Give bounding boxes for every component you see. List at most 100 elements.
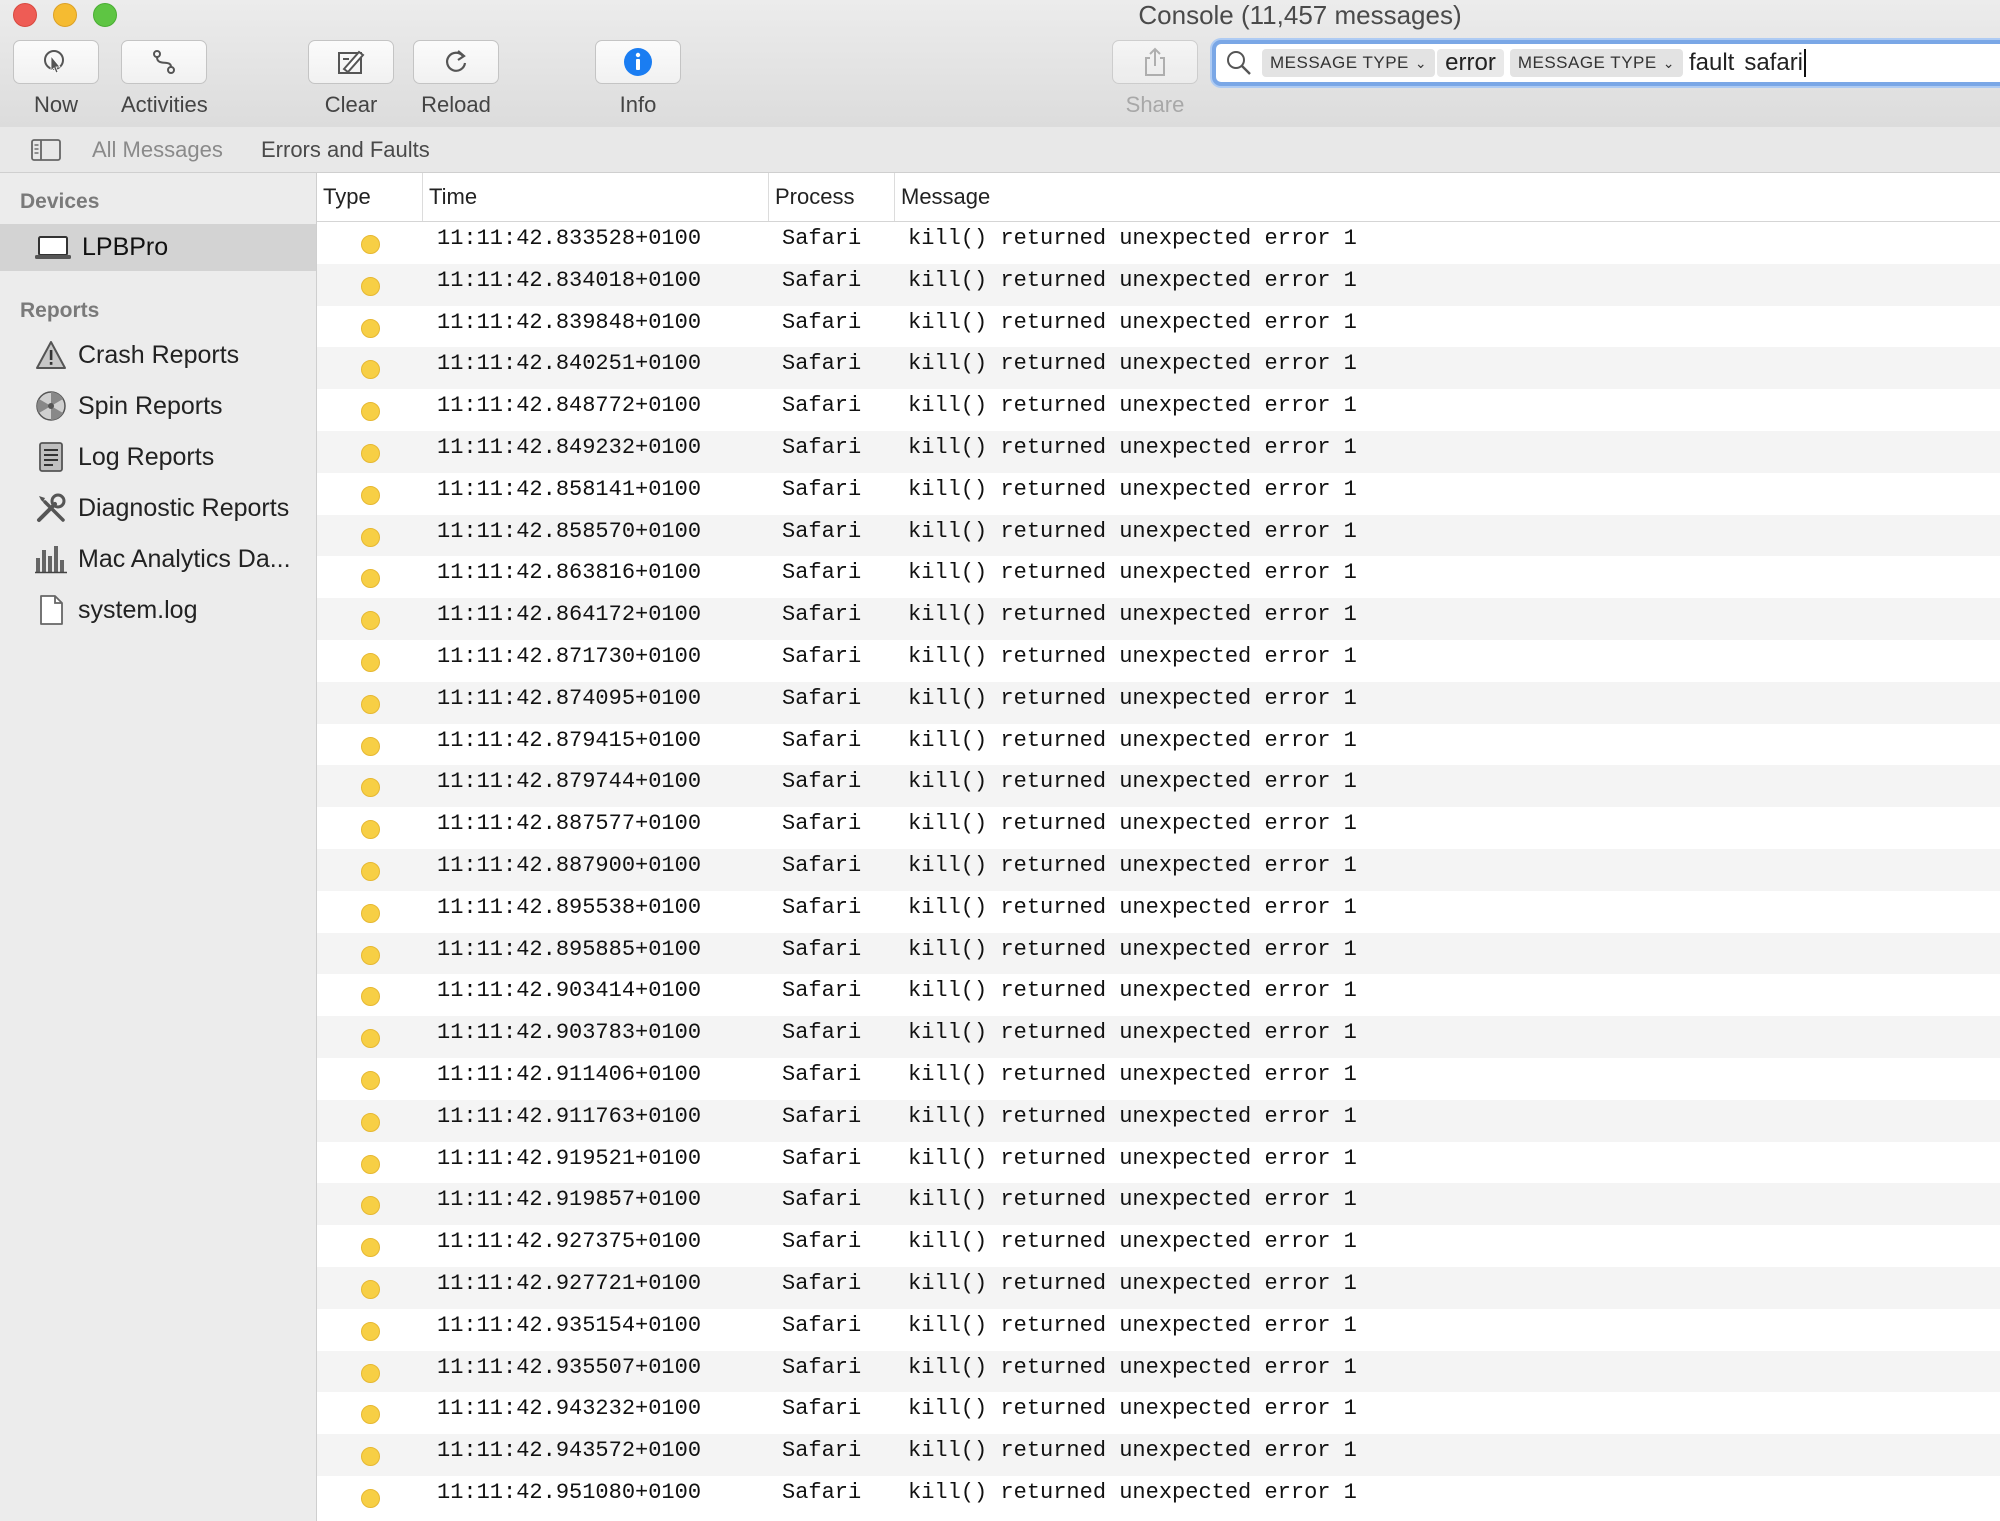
filter-errors-and-faults[interactable]: Errors and Faults (261, 137, 430, 163)
row-message: kill() returned unexpected error 1 (908, 1396, 1357, 1422)
sidebar-toggle-icon[interactable] (31, 139, 61, 161)
error-type-dot-icon (361, 1488, 380, 1508)
error-type-dot-icon (361, 778, 380, 798)
share-button-frame[interactable] (1112, 40, 1198, 84)
search-token-value-1[interactable]: error (1437, 49, 1504, 77)
row-message: kill() returned unexpected error 1 (908, 226, 1357, 251)
filter-all-messages[interactable]: All Messages (92, 137, 223, 163)
table-row[interactable]: 11:11:42.871730+0100 Safari kill() returne… (317, 640, 2000, 682)
sidebar-item-device[interactable]: LPBPro (0, 224, 316, 271)
table-row[interactable]: 11:11:42.919857+0100 Safari kill() returne… (317, 1183, 2000, 1226)
search-token-type-2[interactable]: MESSAGE TYPE ⌄ (1509, 49, 1683, 77)
error-type-dot-icon (361, 736, 380, 756)
close-window-button[interactable] (13, 3, 37, 27)
table-row[interactable]: 11:11:42.903783+0100 Safari kill() returne… (317, 1016, 2000, 1058)
row-time: 11:11:42.879744+0100 (437, 769, 702, 795)
column-header-time[interactable]: Time (422, 173, 768, 221)
error-type-dot-icon (361, 1070, 380, 1090)
column-header-process[interactable]: Process (768, 173, 894, 221)
table-row[interactable]: 11:11:42.849232+0100 Safari kill() returne… (317, 430, 2000, 473)
table-row[interactable]: 11:11:42.935154+0100 Safari kill() returne… (317, 1309, 2000, 1351)
row-message: kill() returned unexpected error 1 (908, 1061, 1357, 1087)
row-message: kill() returned unexpected error 1 (908, 1438, 1357, 1464)
column-header-message[interactable]: Message (894, 173, 2000, 221)
table-row[interactable]: 11:11:42.911763+0100 Safari kill() returne… (317, 1099, 2000, 1142)
table-row[interactable]: 11:11:42.879744+0100 Safari kill() returne… (317, 765, 2000, 808)
search-input[interactable]: safari (1744, 49, 1944, 77)
table-row[interactable]: 11:11:42.839848+0100 Safari kill() returne… (317, 306, 2000, 348)
sidebar-item-spin-reports[interactable]: Spin Reports (0, 383, 316, 429)
table-row[interactable]: 11:11:42.833528+0100 Safari kill() returne… (317, 222, 2000, 264)
sidebar-item-log-reports[interactable]: Log Reports (0, 434, 316, 480)
sidebar-item-label: Log Reports (78, 442, 215, 471)
sidebar-item-label: Spin Reports (78, 391, 223, 420)
file-icon (34, 593, 68, 627)
sidebar-item-mac-analytics-data[interactable]: Mac Analytics Da... (0, 536, 316, 582)
row-time: 11:11:42.935507+0100 (437, 1354, 702, 1380)
table-row[interactable]: 11:11:42.863816+0100 Safari kill() returne… (317, 556, 2000, 598)
activities-button[interactable]: Activities (121, 40, 208, 118)
row-time: 11:11:42.911763+0100 (437, 1103, 702, 1129)
sidebar-item-crash-reports[interactable]: Crash Reports (0, 332, 316, 378)
info-button[interactable]: Info (595, 40, 681, 118)
table-row[interactable]: 11:11:42.858570+0100 Safari kill() returne… (317, 514, 2000, 557)
message-table: Type Time Process Message 11:11:42.83352… (317, 173, 2000, 1521)
row-message: kill() returned unexpected error 1 (908, 1145, 1357, 1171)
now-button[interactable]: Now (13, 40, 99, 118)
error-type-dot-icon (361, 1112, 380, 1132)
table-row[interactable]: 11:11:42.834018+0100 Safari kill() returne… (317, 263, 2000, 306)
row-time: 11:11:42.935154+0100 (437, 1312, 702, 1338)
table-row[interactable]: 11:11:42.887900+0100 Safari kill() returne… (317, 848, 2000, 891)
error-type-dot-icon (361, 903, 380, 923)
search-icon (1227, 51, 1251, 75)
table-row[interactable]: 11:11:42.848772+0100 Safari kill() returne… (317, 389, 2000, 431)
table-row[interactable]: 11:11:42.879415+0100 Safari kill() returne… (317, 724, 2000, 766)
column-header-type[interactable]: Type (317, 173, 422, 221)
error-type-dot-icon (361, 694, 380, 714)
table-row[interactable]: 11:11:42.895885+0100 Safari kill() returne… (317, 932, 2000, 975)
table-row[interactable]: 11:11:42.943232+0100 Safari kill() returne… (317, 1392, 2000, 1434)
message-rows: 11:11:42.833528+0100 Safari kill() returne… (317, 222, 2000, 1518)
table-row[interactable]: 11:11:42.864172+0100 Safari kill() returne… (317, 598, 2000, 640)
error-type-dot-icon (361, 527, 380, 547)
table-row[interactable]: 11:11:42.911406+0100 Safari kill() returne… (317, 1058, 2000, 1100)
sidebar-item-diagnostic-reports[interactable]: Diagnostic Reports (0, 485, 316, 531)
row-time: 11:11:42.895885+0100 (437, 936, 702, 962)
row-time: 11:11:42.840251+0100 (437, 351, 702, 377)
row-process: Safari (782, 1396, 862, 1422)
clear-button[interactable]: Clear (308, 40, 394, 118)
share-button[interactable]: Share (1112, 40, 1198, 118)
now-button-frame[interactable] (13, 40, 99, 84)
error-type-dot-icon (361, 945, 380, 965)
table-row[interactable]: 11:11:42.951080+0100 Safari kill() returne… (317, 1476, 2000, 1518)
row-message: kill() returned unexpected error 1 (908, 309, 1357, 335)
search-token-value-2[interactable]: fault (1685, 49, 1738, 77)
info-button-frame[interactable] (595, 40, 681, 84)
table-row[interactable]: 11:11:42.858141+0100 Safari kill() returne… (317, 473, 2000, 515)
table-row[interactable]: 11:11:42.927721+0100 Safari kill() returne… (317, 1266, 2000, 1309)
log-document-icon (34, 440, 68, 474)
row-message: kill() returned unexpected error 1 (908, 434, 1357, 460)
clear-button-frame[interactable] (308, 40, 394, 84)
search-field[interactable]: MESSAGE TYPE ⌄ error MESSAGE TYPE ⌄ faul… (1212, 40, 2000, 86)
zoom-window-button[interactable] (93, 3, 117, 27)
table-row[interactable]: 11:11:42.935507+0100 Safari kill() returne… (317, 1350, 2000, 1393)
table-row[interactable]: 11:11:42.927375+0100 Safari kill() returne… (317, 1225, 2000, 1267)
error-type-dot-icon (361, 1154, 380, 1174)
reload-button-frame[interactable] (413, 40, 499, 84)
reload-button[interactable]: Reload (413, 40, 499, 118)
sidebar-item-system-log[interactable]: system.log (0, 587, 316, 633)
table-row[interactable]: 11:11:42.919521+0100 Safari kill() returne… (317, 1142, 2000, 1184)
table-row[interactable]: 11:11:42.887577+0100 Safari kill() returne… (317, 807, 2000, 849)
table-row[interactable]: 11:11:42.874095+0100 Safari kill() returne… (317, 681, 2000, 724)
activities-button-frame[interactable] (121, 40, 208, 84)
table-row[interactable]: 11:11:42.903414+0100 Safari kill() returne… (317, 974, 2000, 1016)
table-row[interactable]: 11:11:42.943572+0100 Safari kill() returne… (317, 1434, 2000, 1476)
table-row[interactable]: 11:11:42.895538+0100 Safari kill() returne… (317, 891, 2000, 933)
table-row[interactable]: 11:11:42.840251+0100 Safari kill() returne… (317, 347, 2000, 390)
bar-chart-icon (34, 542, 68, 576)
minimize-window-button[interactable] (53, 3, 77, 27)
row-message: kill() returned unexpected error 1 (908, 518, 1357, 544)
row-process: Safari (782, 1145, 862, 1171)
search-token-type-1[interactable]: MESSAGE TYPE ⌄ (1262, 49, 1436, 77)
